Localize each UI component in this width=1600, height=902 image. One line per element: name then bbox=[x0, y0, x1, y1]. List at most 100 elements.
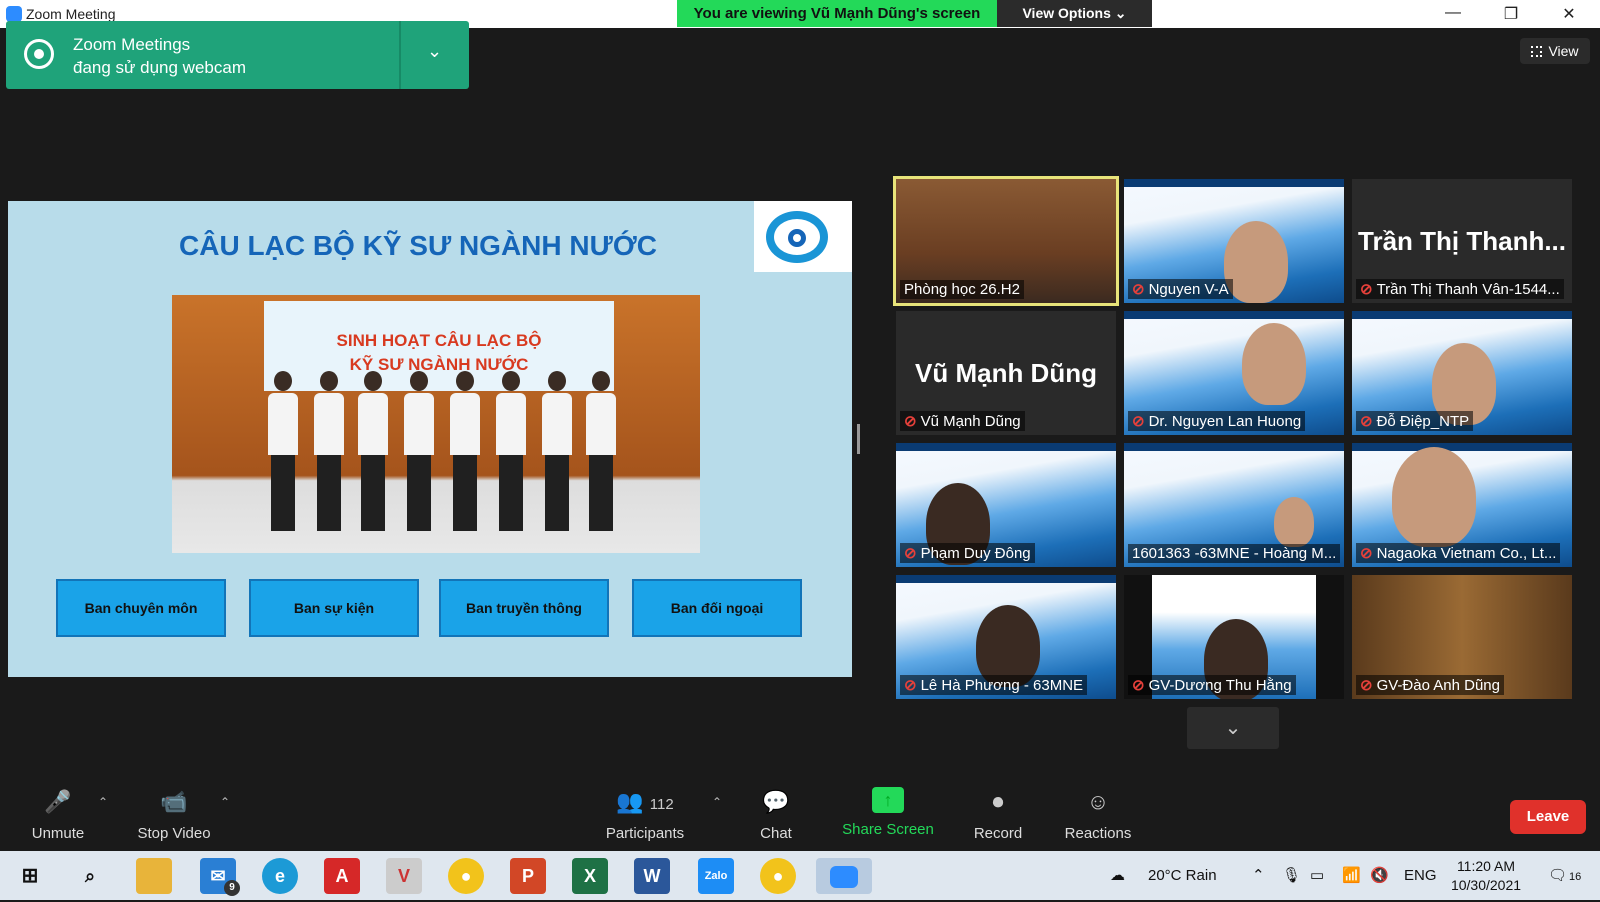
video-tile[interactable]: Trần Thị Thanh... ⊘ Trần Thị Thanh Vân-154… bbox=[1352, 179, 1572, 303]
record-icon: ⏺ bbox=[992, 789, 1004, 814]
video-tile[interactable]: ⊘ Phạm Duy Đông bbox=[896, 443, 1116, 567]
person-figure bbox=[358, 371, 388, 541]
participants-label: Participants bbox=[605, 825, 685, 842]
participants-button[interactable]: 👥 112 Participants bbox=[600, 787, 690, 842]
excel-icon[interactable]: X bbox=[572, 858, 608, 894]
chat-label: Chat bbox=[760, 825, 792, 842]
acrobat-icon[interactable]: A bbox=[324, 858, 360, 894]
person-figure bbox=[542, 371, 572, 541]
video-tile[interactable]: 1601363 -63MNE - Hoàng M... bbox=[1124, 443, 1344, 567]
video-tile[interactable]: ⊘ Lê Hà Phương - 63MNE bbox=[896, 575, 1116, 699]
video-tile[interactable]: ⊘ GV-Dương Thu Hằng bbox=[1124, 575, 1344, 699]
mic-off-icon: ⊘ bbox=[904, 413, 917, 430]
slide-button-ban-su-kien: Ban sự kiện bbox=[249, 579, 419, 637]
notification-divider bbox=[399, 21, 401, 89]
search-icon[interactable]: ⌕ bbox=[72, 858, 108, 894]
video-tile[interactable]: ⊘ Nguyen V-A bbox=[1124, 179, 1344, 303]
mic-off-icon: ⊘ bbox=[1132, 677, 1145, 694]
slide-button-ban-doi-ngoai: Ban đối ngoại bbox=[632, 579, 802, 637]
panel-resize-handle[interactable] bbox=[857, 424, 860, 454]
file-explorer-icon[interactable] bbox=[136, 858, 172, 894]
caret-up-icon: ⌃ bbox=[220, 795, 231, 809]
clock[interactable]: 11:20 AM 10/30/2021 bbox=[1448, 857, 1524, 895]
mail-badge: 9 bbox=[224, 880, 240, 896]
chrome-profile-icon[interactable]: ● bbox=[760, 858, 796, 894]
tray-expand-icon[interactable]: ⌃ bbox=[1252, 851, 1265, 900]
participant-name: Phòng học 26.H2 bbox=[900, 280, 1024, 299]
view-options-button[interactable]: View Options ⌄ bbox=[997, 0, 1152, 27]
person-figure bbox=[586, 371, 616, 541]
meeting-toolbar: 🎤 Unmute ⌃ 📹 Stop Video ⌃ 👥 112 Particip… bbox=[0, 777, 1600, 851]
reactions-button[interactable]: ☺ Reactions bbox=[1064, 787, 1132, 842]
powerpoint-icon[interactable]: P bbox=[510, 858, 546, 894]
clock-date: 10/30/2021 bbox=[1450, 877, 1522, 893]
gallery-next-page-button[interactable]: ⌄ bbox=[1187, 707, 1279, 749]
clock-time: 11:20 AM bbox=[1456, 858, 1516, 874]
microphone-tray-icon[interactable]: 🎙 bbox=[1282, 851, 1301, 900]
close-button[interactable]: ✕ bbox=[1554, 4, 1584, 24]
zoom-taskbar-icon[interactable] bbox=[816, 858, 872, 894]
zalo-icon[interactable]: Zalo bbox=[698, 858, 734, 894]
video-tile[interactable]: ⊘ Nagaoka Vietnam Co., Lt... bbox=[1352, 443, 1572, 567]
view-layout-button[interactable]: View bbox=[1520, 38, 1590, 64]
weather-text[interactable]: 20°C Rain bbox=[1148, 851, 1217, 900]
video-tile[interactable]: Vũ Mạnh Dũng ⊘ Vũ Mạnh Dũng bbox=[896, 311, 1116, 435]
participant-name: ⊘ Dr. Nguyen Lan Huong bbox=[1128, 411, 1306, 431]
share-screen-label: Share Screen bbox=[842, 821, 934, 838]
notification-count: 16 bbox=[1569, 871, 1582, 883]
mic-off-icon: ⊘ bbox=[1360, 677, 1373, 694]
windows-start-icon[interactable]: ⊞ bbox=[12, 858, 48, 894]
person-figure bbox=[268, 371, 298, 541]
participant-name: ⊘ Trần Thị Thanh Vân-1544... bbox=[1356, 279, 1564, 299]
video-tile[interactable]: Phòng học 26.H2 bbox=[893, 176, 1119, 306]
participant-name: ⊘ Vũ Mạnh Dũng bbox=[900, 411, 1025, 431]
minimize-button[interactable]: — bbox=[1438, 4, 1468, 24]
volume-muted-icon[interactable]: 🔇 bbox=[1370, 851, 1389, 900]
edge-icon[interactable]: e bbox=[262, 858, 298, 894]
gear-icon bbox=[766, 211, 828, 263]
slide-button-ban-truyen-thong: Ban truyền thông bbox=[439, 579, 609, 637]
restore-button[interactable]: ❐ bbox=[1496, 4, 1526, 24]
participant-name: 1601363 -63MNE - Hoàng M... bbox=[1128, 544, 1341, 563]
person-figure bbox=[314, 371, 344, 541]
mail-icon[interactable]: ✉ 9 bbox=[200, 858, 240, 896]
notification-message: đang sử dụng webcam bbox=[73, 58, 246, 77]
record-button[interactable]: ⏺ Record bbox=[972, 787, 1024, 842]
grid-icon bbox=[1531, 46, 1543, 57]
record-label: Record bbox=[973, 825, 1023, 842]
webcam-notification[interactable]: Zoom Meetings đang sử dụng webcam ⌄ bbox=[6, 21, 469, 89]
word-icon[interactable]: W bbox=[634, 858, 670, 894]
photo-banner-line1: SINH HOẠT CÂU LẠC BỘ bbox=[336, 331, 542, 350]
participant-name: ⊘ GV-Đào Anh Dũng bbox=[1356, 675, 1504, 695]
unmute-label: Unmute bbox=[31, 825, 85, 842]
stop-video-button[interactable]: 📹 Stop Video bbox=[132, 787, 216, 842]
mic-muted-icon: 🎤 bbox=[44, 789, 72, 814]
unikey-icon[interactable]: V bbox=[386, 858, 422, 894]
wifi-icon[interactable]: 📶 bbox=[1342, 851, 1361, 900]
share-screen-button[interactable]: ↑ Share Screen bbox=[840, 787, 936, 838]
weather-icon[interactable]: ☁ bbox=[1110, 851, 1125, 900]
club-logo bbox=[754, 201, 852, 272]
mic-off-icon: ⊘ bbox=[1132, 281, 1145, 298]
viewing-screen-banner: You are viewing Vũ Mạnh Dũng's screen bbox=[677, 0, 997, 27]
action-center-icon[interactable]: 🗨 16 bbox=[1548, 851, 1581, 900]
unmute-button[interactable]: 🎤 Unmute bbox=[28, 787, 88, 842]
chat-button[interactable]: 💬 Chat bbox=[756, 787, 796, 842]
leave-button[interactable]: Leave bbox=[1510, 800, 1586, 834]
slide-button-ban-chuyen-mon: Ban chuyên môn bbox=[56, 579, 226, 637]
person-figure bbox=[404, 371, 434, 541]
windows-taskbar: ⊞ ⌕ ✉ 9 e A V ● P X W Zalo ● ☁ 20°C Rain … bbox=[0, 851, 1600, 900]
participant-name: ⊘ Phạm Duy Đông bbox=[900, 543, 1035, 563]
video-tile[interactable]: ⊘ GV-Đào Anh Dũng bbox=[1352, 575, 1572, 699]
mic-off-icon: ⊘ bbox=[1360, 545, 1373, 562]
chevron-down-icon[interactable]: ⌄ bbox=[427, 41, 442, 62]
language-indicator[interactable]: ENG bbox=[1404, 851, 1437, 900]
battery-icon[interactable]: ▭ bbox=[1310, 851, 1324, 900]
chrome-icon[interactable]: ● bbox=[448, 858, 484, 894]
chat-icon: 💬 bbox=[762, 789, 790, 814]
mic-off-icon: ⊘ bbox=[904, 545, 917, 562]
video-tile[interactable]: ⊘ Dr. Nguyen Lan Huong bbox=[1124, 311, 1344, 435]
video-tile[interactable]: ⊘ Đỗ Điệp_NTP bbox=[1352, 311, 1572, 435]
participant-name: ⊘ Đỗ Điệp_NTP bbox=[1356, 411, 1474, 431]
person-figure bbox=[450, 371, 480, 541]
